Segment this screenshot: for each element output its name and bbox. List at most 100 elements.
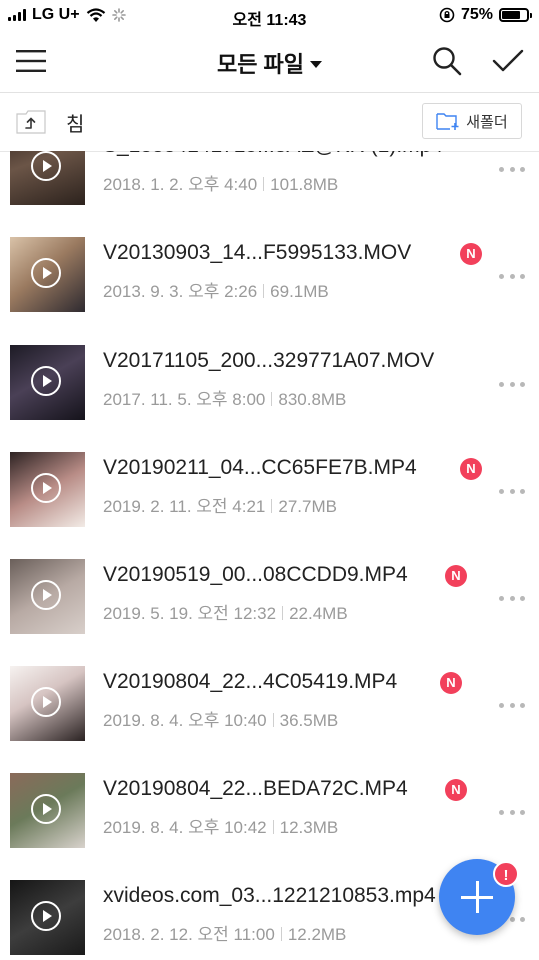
- more-dot-icon: [520, 488, 525, 494]
- new-folder-button[interactable]: 새폴더: [422, 103, 522, 139]
- status-right: 75%: [439, 6, 532, 24]
- more-dot-icon: [509, 809, 515, 815]
- play-icon: [31, 687, 61, 717]
- file-row[interactable]: V20130903_14...F5995133.MOV N 2013. 9. 3…: [0, 221, 539, 328]
- new-folder-label: 새폴더: [466, 113, 508, 131]
- more-options-button[interactable]: [499, 164, 525, 174]
- file-size: 830.8MB: [278, 390, 347, 409]
- select-button[interactable]: [492, 48, 524, 79]
- more-options-button[interactable]: [499, 486, 525, 496]
- new-badge: N: [460, 458, 482, 480]
- video-thumbnail: [10, 345, 85, 420]
- meta-divider: [282, 606, 284, 620]
- file-meta: 2019. 8. 4. 오후 10:42 12.3MB: [103, 813, 338, 838]
- meta-divider: [272, 713, 274, 727]
- file-name: xvideos.com_03...1221210853.mp4: [103, 884, 436, 907]
- file-size: 27.7MB: [278, 497, 337, 516]
- search-icon: [433, 47, 462, 76]
- status-bar: LG U+ 오전 11:43 75%: [0, 0, 539, 32]
- fab-alert-badge: !: [493, 861, 519, 887]
- file-row[interactable]: V20190804_22...4C05419.MP4 N 2019. 8. 4.…: [0, 650, 539, 757]
- file-size: 22.4MB: [289, 604, 348, 623]
- file-size: 69.1MB: [270, 282, 329, 301]
- video-thumbnail: [10, 237, 85, 312]
- more-dot-icon: [499, 381, 504, 387]
- file-meta: 2018. 1. 2. 오후 4:40 101.8MB: [103, 170, 338, 195]
- play-icon: [31, 901, 61, 931]
- file-row[interactable]: V20190211_04...CC65FE7B.MP4 N 2019. 2. 1…: [0, 436, 539, 543]
- file-name: S_13884141715...8AE@KR (1).mp4: [103, 151, 443, 158]
- more-dot-icon: [509, 916, 515, 922]
- file-date: 2013. 9. 3. 오후 2:26: [103, 282, 258, 301]
- play-icon: [31, 580, 61, 610]
- file-name: V20130903_14...F5995133.MOV: [103, 241, 412, 264]
- top-navigation-bar: 모든 파일: [0, 32, 539, 93]
- play-icon: [31, 151, 61, 181]
- more-dot-icon: [509, 488, 515, 494]
- more-dot-icon: [520, 916, 525, 922]
- more-options-button[interactable]: [499, 271, 525, 281]
- file-date: 2018. 2. 12. 오전 11:00: [103, 925, 275, 944]
- new-folder-icon: [436, 113, 459, 130]
- meta-divider: [271, 392, 273, 406]
- more-dot-icon: [499, 273, 504, 279]
- file-row[interactable]: V20190519_00...08CCDD9.MP4 N 2019. 5. 19…: [0, 543, 539, 650]
- meta-divider: [271, 499, 273, 513]
- file-meta: 2019. 2. 11. 오전 4:21 27.7MB: [103, 492, 337, 517]
- video-thumbnail: [10, 773, 85, 848]
- file-date: 2017. 11. 5. 오후 8:00: [103, 390, 266, 409]
- folder-up-icon: [16, 110, 46, 134]
- meta-divider: [280, 927, 282, 941]
- parent-folder-button[interactable]: [16, 108, 46, 134]
- current-folder-name: 침: [66, 114, 85, 136]
- more-dot-icon: [520, 381, 525, 387]
- video-thumbnail: [10, 666, 85, 741]
- more-dot-icon: [499, 488, 504, 494]
- more-options-button[interactable]: [499, 700, 525, 710]
- more-dot-icon: [520, 702, 525, 708]
- plus-icon: [476, 881, 479, 913]
- page-title: 모든 파일: [216, 52, 305, 77]
- file-row[interactable]: V20171105_200...329771A07.MOV 2017. 11. …: [0, 329, 539, 436]
- video-thumbnail: [10, 559, 85, 634]
- video-thumbnail: [10, 452, 85, 527]
- battery-icon: [499, 8, 532, 22]
- new-badge: N: [445, 779, 467, 801]
- file-date: 2019. 2. 11. 오전 4:21: [103, 497, 266, 516]
- new-badge: N: [440, 672, 462, 694]
- file-row[interactable]: V20190804_22...BEDA72C.MP4 N 2019. 8. 4.…: [0, 757, 539, 864]
- more-dot-icon: [509, 702, 515, 708]
- more-dot-icon: [499, 809, 504, 815]
- file-name: V20190804_22...4C05419.MP4: [103, 670, 398, 693]
- play-icon: [31, 366, 61, 396]
- meta-divider: [263, 177, 265, 191]
- file-size: 12.2MB: [287, 925, 347, 944]
- more-options-button[interactable]: [499, 593, 525, 603]
- file-list: S_13884141715...8AE@KR (1).mp4 2018. 1. …: [0, 151, 539, 960]
- file-meta: 2013. 9. 3. 오후 2:26 69.1MB: [103, 277, 329, 302]
- play-icon: [31, 794, 61, 824]
- more-dot-icon: [520, 809, 525, 815]
- more-dot-icon: [499, 166, 504, 172]
- more-dot-icon: [509, 273, 515, 279]
- file-name: V20190804_22...BEDA72C.MP4: [103, 777, 408, 800]
- battery-percent: 75%: [460, 6, 493, 23]
- file-date: 2019. 5. 19. 오전 12:32: [103, 604, 277, 623]
- orientation-lock-icon: [439, 7, 455, 23]
- file-name: V20190519_00...08CCDD9.MP4: [103, 563, 408, 586]
- more-options-button[interactable]: [499, 379, 525, 389]
- path-bar: 침 새폴더: [0, 93, 539, 152]
- file-date: 2019. 8. 4. 오후 10:40: [103, 711, 267, 730]
- file-meta: 2019. 5. 19. 오전 12:32 22.4MB: [103, 599, 348, 624]
- file-row[interactable]: S_13884141715...8AE@KR (1).mp4 2018. 1. …: [0, 151, 539, 221]
- more-dot-icon: [509, 381, 515, 387]
- more-dot-icon: [499, 595, 504, 601]
- play-icon: [31, 258, 61, 288]
- more-dot-icon: [520, 273, 525, 279]
- caret-down-icon: [310, 61, 323, 69]
- more-options-button[interactable]: [499, 807, 525, 817]
- more-dot-icon: [520, 595, 525, 601]
- meta-divider: [272, 820, 274, 834]
- search-button[interactable]: [432, 46, 462, 81]
- meta-divider: [263, 284, 265, 298]
